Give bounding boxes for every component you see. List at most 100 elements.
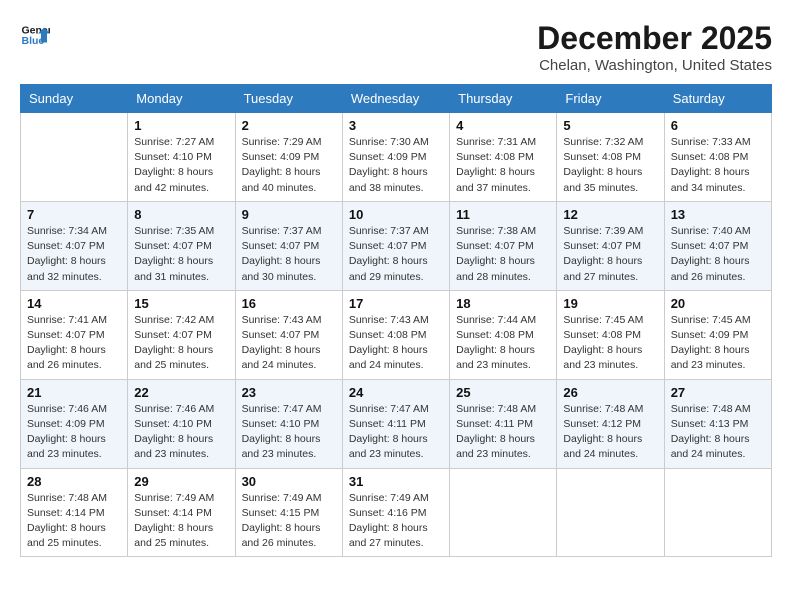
week-row-2: 14 Sunrise: 7:41 AM Sunset: 4:07 PM Dayli… bbox=[21, 290, 772, 379]
day-cell: 14 Sunrise: 7:41 AM Sunset: 4:07 PM Dayli… bbox=[21, 290, 128, 379]
day-info: Sunrise: 7:45 AM Sunset: 4:08 PM Dayligh… bbox=[563, 313, 657, 374]
day-cell: 10 Sunrise: 7:37 AM Sunset: 4:07 PM Dayli… bbox=[342, 201, 449, 290]
week-row-3: 21 Sunrise: 7:46 AM Sunset: 4:09 PM Dayli… bbox=[21, 379, 772, 468]
day-number: 17 bbox=[349, 296, 443, 311]
day-info: Sunrise: 7:39 AM Sunset: 4:07 PM Dayligh… bbox=[563, 224, 657, 285]
day-cell bbox=[557, 468, 664, 557]
day-info: Sunrise: 7:48 AM Sunset: 4:11 PM Dayligh… bbox=[456, 402, 550, 463]
col-header-wednesday: Wednesday bbox=[342, 85, 449, 113]
day-cell bbox=[450, 468, 557, 557]
day-cell bbox=[21, 113, 128, 202]
title-area: December 2025 Chelan, Washington, United… bbox=[537, 20, 772, 74]
day-number: 3 bbox=[349, 118, 443, 133]
day-cell: 15Sunrise: 7:42 AM Sunset: 4:07 PM Dayli… bbox=[128, 290, 235, 379]
day-cell: 4 Sunrise: 7:31 AM Sunset: 4:08 PM Daylig… bbox=[450, 113, 557, 202]
day-info: Sunrise: 7:49 AM Sunset: 4:16 PM Dayligh… bbox=[349, 491, 443, 552]
week-row-1: 7Sunrise: 7:34 AM Sunset: 4:07 PM Daylig… bbox=[21, 201, 772, 290]
day-cell: 17 Sunrise: 7:43 AM Sunset: 4:08 PM Dayli… bbox=[342, 290, 449, 379]
day-info: Sunrise: 7:42 AM Sunset: 4:07 PM Dayligh… bbox=[134, 313, 228, 374]
svg-text:Blue: Blue bbox=[22, 35, 45, 47]
day-cell: 20 Sunrise: 7:45 AM Sunset: 4:09 PM Dayli… bbox=[664, 290, 771, 379]
day-number: 16 bbox=[242, 296, 336, 311]
day-cell: 6Sunrise: 7:33 AM Sunset: 4:08 PM Daylig… bbox=[664, 113, 771, 202]
day-cell bbox=[664, 468, 771, 557]
day-cell: 8Sunrise: 7:35 AM Sunset: 4:07 PM Daylig… bbox=[128, 201, 235, 290]
day-info: Sunrise: 7:29 AM Sunset: 4:09 PM Dayligh… bbox=[242, 135, 336, 196]
day-cell: 7Sunrise: 7:34 AM Sunset: 4:07 PM Daylig… bbox=[21, 201, 128, 290]
logo-icon: General Blue bbox=[20, 20, 50, 50]
col-header-monday: Monday bbox=[128, 85, 235, 113]
day-cell: 29Sunrise: 7:49 AM Sunset: 4:14 PM Dayli… bbox=[128, 468, 235, 557]
day-info: Sunrise: 7:31 AM Sunset: 4:08 PM Dayligh… bbox=[456, 135, 550, 196]
day-cell: 13Sunrise: 7:40 AM Sunset: 4:07 PM Dayli… bbox=[664, 201, 771, 290]
day-info: Sunrise: 7:48 AM Sunset: 4:14 PM Dayligh… bbox=[27, 491, 121, 552]
day-cell: 23Sunrise: 7:47 AM Sunset: 4:10 PM Dayli… bbox=[235, 379, 342, 468]
day-info: Sunrise: 7:48 AM Sunset: 4:13 PM Dayligh… bbox=[671, 402, 765, 463]
day-number: 25 bbox=[456, 385, 550, 400]
day-info: Sunrise: 7:46 AM Sunset: 4:10 PM Dayligh… bbox=[134, 402, 228, 463]
day-number: 21 bbox=[27, 385, 121, 400]
week-row-4: 28Sunrise: 7:48 AM Sunset: 4:14 PM Dayli… bbox=[21, 468, 772, 557]
day-number: 9 bbox=[242, 207, 336, 222]
day-number: 27 bbox=[671, 385, 765, 400]
day-number: 6 bbox=[671, 118, 765, 133]
day-cell: 27 Sunrise: 7:48 AM Sunset: 4:13 PM Dayli… bbox=[664, 379, 771, 468]
calendar-table: SundayMondayTuesdayWednesdayThursdayFrid… bbox=[20, 84, 772, 557]
day-number: 26 bbox=[563, 385, 657, 400]
day-number: 30 bbox=[242, 474, 336, 489]
day-info: Sunrise: 7:48 AM Sunset: 4:12 PM Dayligh… bbox=[563, 402, 657, 463]
day-number: 10 bbox=[349, 207, 443, 222]
day-number: 2 bbox=[242, 118, 336, 133]
day-cell: 5 Sunrise: 7:32 AM Sunset: 4:08 PM Daylig… bbox=[557, 113, 664, 202]
day-number: 11 bbox=[456, 207, 550, 222]
day-info: Sunrise: 7:45 AM Sunset: 4:09 PM Dayligh… bbox=[671, 313, 765, 374]
day-cell: 3 Sunrise: 7:30 AM Sunset: 4:09 PM Daylig… bbox=[342, 113, 449, 202]
day-number: 31 bbox=[349, 474, 443, 489]
day-info: Sunrise: 7:37 AM Sunset: 4:07 PM Dayligh… bbox=[242, 224, 336, 285]
day-info: Sunrise: 7:37 AM Sunset: 4:07 PM Dayligh… bbox=[349, 224, 443, 285]
week-row-0: 1 Sunrise: 7:27 AM Sunset: 4:10 PM Daylig… bbox=[21, 113, 772, 202]
day-number: 19 bbox=[563, 296, 657, 311]
month-title: December 2025 bbox=[537, 20, 772, 57]
day-cell: 21 Sunrise: 7:46 AM Sunset: 4:09 PM Dayli… bbox=[21, 379, 128, 468]
location: Chelan, Washington, United States bbox=[537, 57, 772, 74]
day-cell: 30 Sunrise: 7:49 AM Sunset: 4:15 PM Dayli… bbox=[235, 468, 342, 557]
day-info: Sunrise: 7:40 AM Sunset: 4:07 PM Dayligh… bbox=[671, 224, 765, 285]
header-row: SundayMondayTuesdayWednesdayThursdayFrid… bbox=[21, 85, 772, 113]
day-cell: 2 Sunrise: 7:29 AM Sunset: 4:09 PM Daylig… bbox=[235, 113, 342, 202]
day-cell: 18 Sunrise: 7:44 AM Sunset: 4:08 PM Dayli… bbox=[450, 290, 557, 379]
day-number: 14 bbox=[27, 296, 121, 311]
day-info: Sunrise: 7:47 AM Sunset: 4:10 PM Dayligh… bbox=[242, 402, 336, 463]
day-cell: 31 Sunrise: 7:49 AM Sunset: 4:16 PM Dayli… bbox=[342, 468, 449, 557]
day-cell: 19 Sunrise: 7:45 AM Sunset: 4:08 PM Dayli… bbox=[557, 290, 664, 379]
day-cell: 11 Sunrise: 7:38 AM Sunset: 4:07 PM Dayli… bbox=[450, 201, 557, 290]
day-number: 4 bbox=[456, 118, 550, 133]
day-info: Sunrise: 7:43 AM Sunset: 4:08 PM Dayligh… bbox=[349, 313, 443, 374]
day-number: 12 bbox=[563, 207, 657, 222]
day-info: Sunrise: 7:41 AM Sunset: 4:07 PM Dayligh… bbox=[27, 313, 121, 374]
day-number: 24 bbox=[349, 385, 443, 400]
day-cell: 24Sunrise: 7:47 AM Sunset: 4:11 PM Dayli… bbox=[342, 379, 449, 468]
day-cell: 1 Sunrise: 7:27 AM Sunset: 4:10 PM Daylig… bbox=[128, 113, 235, 202]
day-info: Sunrise: 7:27 AM Sunset: 4:10 PM Dayligh… bbox=[134, 135, 228, 196]
day-info: Sunrise: 7:34 AM Sunset: 4:07 PM Dayligh… bbox=[27, 224, 121, 285]
col-header-sunday: Sunday bbox=[21, 85, 128, 113]
day-number: 20 bbox=[671, 296, 765, 311]
day-cell: 16Sunrise: 7:43 AM Sunset: 4:07 PM Dayli… bbox=[235, 290, 342, 379]
day-info: Sunrise: 7:32 AM Sunset: 4:08 PM Dayligh… bbox=[563, 135, 657, 196]
day-cell: 25 Sunrise: 7:48 AM Sunset: 4:11 PM Dayli… bbox=[450, 379, 557, 468]
day-cell: 28Sunrise: 7:48 AM Sunset: 4:14 PM Dayli… bbox=[21, 468, 128, 557]
day-info: Sunrise: 7:30 AM Sunset: 4:09 PM Dayligh… bbox=[349, 135, 443, 196]
day-info: Sunrise: 7:46 AM Sunset: 4:09 PM Dayligh… bbox=[27, 402, 121, 463]
day-number: 5 bbox=[563, 118, 657, 133]
day-cell: 12 Sunrise: 7:39 AM Sunset: 4:07 PM Dayli… bbox=[557, 201, 664, 290]
day-number: 18 bbox=[456, 296, 550, 311]
day-cell: 22Sunrise: 7:46 AM Sunset: 4:10 PM Dayli… bbox=[128, 379, 235, 468]
day-number: 1 bbox=[134, 118, 228, 133]
day-info: Sunrise: 7:35 AM Sunset: 4:07 PM Dayligh… bbox=[134, 224, 228, 285]
day-info: Sunrise: 7:38 AM Sunset: 4:07 PM Dayligh… bbox=[456, 224, 550, 285]
day-number: 29 bbox=[134, 474, 228, 489]
day-info: Sunrise: 7:49 AM Sunset: 4:15 PM Dayligh… bbox=[242, 491, 336, 552]
logo: General Blue bbox=[20, 20, 50, 50]
day-info: Sunrise: 7:44 AM Sunset: 4:08 PM Dayligh… bbox=[456, 313, 550, 374]
